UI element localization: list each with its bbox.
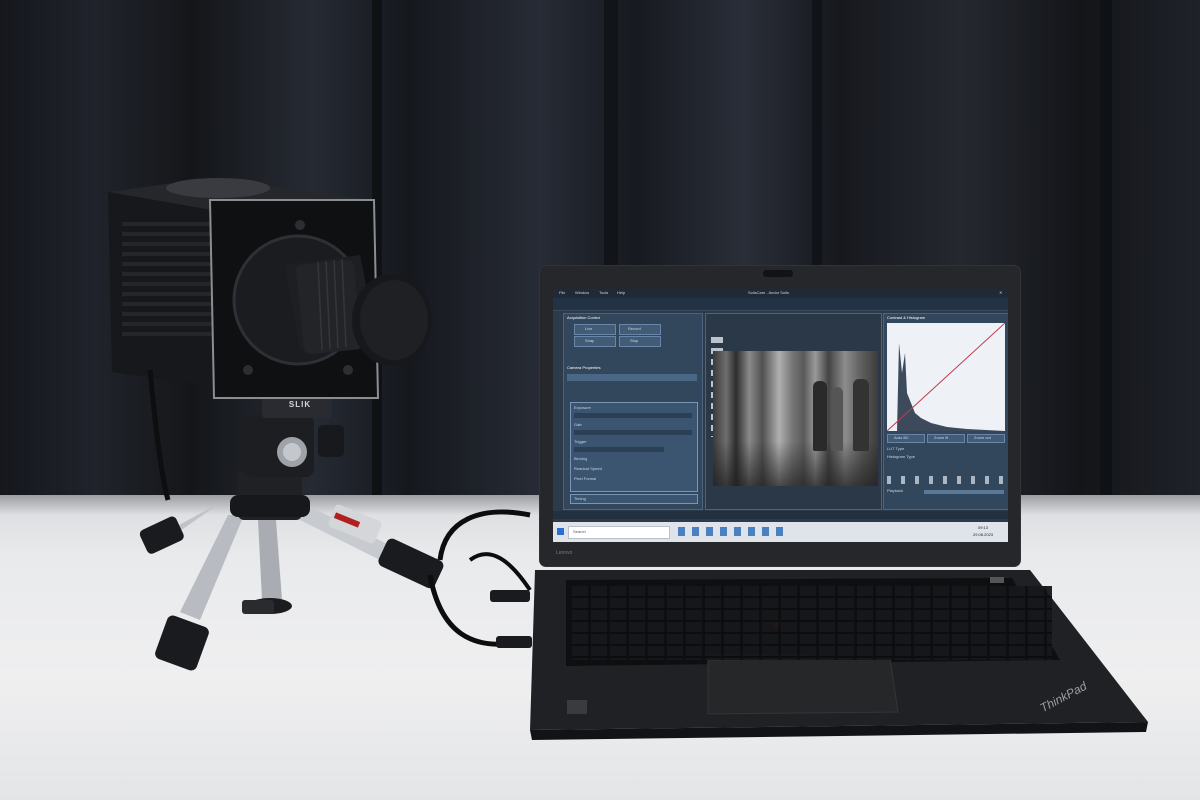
- taskbar-date: 29.08.2023: [973, 533, 994, 537]
- panel-title: Acquisition Control: [567, 316, 601, 320]
- field-label: Readout Speed: [574, 467, 602, 471]
- histogram-row: Histogram Type: [887, 455, 915, 459]
- live-button[interactable]: Live: [574, 324, 616, 335]
- record-button[interactable]: Record: [619, 324, 661, 335]
- start-icon[interactable]: [557, 528, 564, 535]
- field-input[interactable]: [574, 430, 692, 435]
- snap-button[interactable]: Snap: [574, 336, 616, 347]
- zoom-out-button[interactable]: Zoom out: [967, 434, 1005, 443]
- timing-row[interactable]: Timing: [570, 494, 698, 504]
- webcam: [763, 270, 793, 277]
- keyboard: [572, 586, 1052, 660]
- stop-button[interactable]: Stop: [619, 336, 661, 347]
- field-label: Exposure: [574, 406, 591, 410]
- taskbar-apps[interactable]: [678, 527, 788, 536]
- histogram-panel: Contrast & Histogram Auto BC Zoom fit Zo…: [883, 313, 1008, 510]
- field-label: Trigger: [574, 440, 587, 444]
- field-label: Binning: [574, 457, 588, 461]
- zoom-fit-button[interactable]: Zoom fit: [927, 434, 965, 443]
- laptop-lid-logo: Lenovo: [556, 550, 573, 556]
- lut-row: LUT Type: [887, 447, 905, 451]
- playback-row: Playback: [887, 489, 904, 493]
- field-input[interactable]: [574, 413, 692, 418]
- window-title: SolisCam - Andor Solis: [748, 291, 789, 295]
- camera-image: [713, 351, 878, 486]
- app-title-bar: File Window Tools Help SolisCam - Andor …: [553, 289, 1008, 298]
- app-toolbar: [553, 298, 1008, 311]
- field-input[interactable]: [574, 447, 664, 452]
- laptop-screen: File Window Tools Help SolisCam - Andor …: [553, 289, 1008, 542]
- field-label: Pixel Format: [574, 477, 597, 481]
- menu-item[interactable]: Tools: [599, 291, 608, 295]
- taskbar-time: 09:13: [978, 526, 989, 530]
- panel-title: Contrast & Histogram: [887, 316, 926, 320]
- close-icon[interactable]: ✕: [999, 291, 1002, 295]
- taskbar: Search 09:13 29.08.2023: [553, 522, 1008, 542]
- properties-box: Exposure Gain Trigger Binning Readout Sp…: [570, 402, 698, 492]
- histogram-plot: [887, 323, 1005, 431]
- taskbar-search[interactable]: Search: [568, 526, 670, 539]
- menu-item[interactable]: Help: [617, 291, 625, 295]
- status-bar: [553, 511, 1008, 519]
- auto-bc-button[interactable]: Auto BC: [887, 434, 925, 443]
- playback-controls[interactable]: [887, 476, 1005, 484]
- properties-dropdown[interactable]: [567, 374, 697, 381]
- acquisition-panel: Acquisition Control Live Record Snap Sto…: [563, 313, 703, 510]
- menu-item[interactable]: File: [559, 291, 565, 295]
- menu-item[interactable]: Window: [575, 291, 589, 295]
- section-header: Camera Properties: [567, 366, 601, 370]
- field-label: Gain: [574, 423, 583, 427]
- playback-slider[interactable]: [924, 490, 1004, 494]
